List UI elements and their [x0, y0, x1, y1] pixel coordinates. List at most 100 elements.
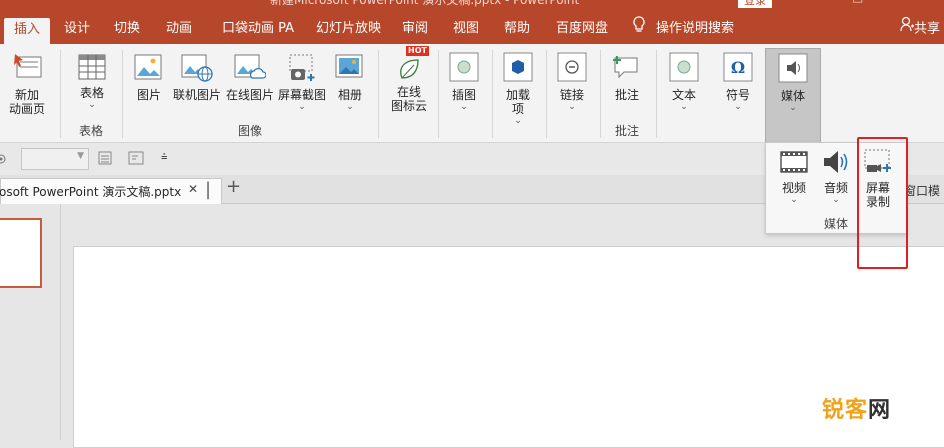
- window-mode-label[interactable]: 窗口模: [904, 182, 940, 199]
- screenshot-icon: [276, 54, 328, 85]
- group-label-media: 媒体: [823, 217, 848, 231]
- screenshot-button[interactable]: 屏幕截图 ⌄: [276, 54, 328, 112]
- icon-cloud-label: 在线 图标云: [390, 85, 427, 113]
- chevron-down-icon: ⌄: [734, 102, 742, 112]
- customize-toolbar-icon[interactable]: ⩮: [161, 150, 167, 164]
- album-label: 相册: [337, 88, 362, 102]
- tab-slideshow[interactable]: 幻灯片放映: [316, 16, 381, 44]
- chevron-down-icon: ⌄: [460, 102, 468, 112]
- slide-thumbnail[interactable]: [0, 218, 42, 288]
- online-picture-button[interactable]: 在线图片: [224, 54, 276, 102]
- watermark-text-1: 锐客: [822, 398, 869, 423]
- chevron-down-icon: ⌄: [568, 102, 576, 112]
- comment-label: 批注: [614, 88, 639, 102]
- media-button[interactable]: 媒体 ⌄: [765, 48, 821, 144]
- tab-divider: |: [205, 179, 212, 200]
- comment-icon: [608, 54, 646, 85]
- online-picture-link-label: 联机图片: [172, 88, 221, 102]
- login-button[interactable]: 登录: [738, 0, 772, 8]
- group-label-comments: 批注: [614, 124, 639, 138]
- tab-design[interactable]: 设计: [64, 16, 90, 44]
- chevron-down-icon: ⌄: [514, 116, 522, 126]
- online-picture-globe-icon: [170, 54, 224, 85]
- symbol-label: 符号: [725, 88, 750, 102]
- addins-label: 加载 项: [505, 88, 530, 116]
- chevron-down-icon: ⌄: [790, 195, 798, 205]
- tab-insert[interactable]: 插入: [4, 18, 51, 44]
- document-tab[interactable]: osoft PowerPoint 演示文稿.pptx ✕ |: [0, 178, 222, 204]
- chevron-down-icon: ⌄: [680, 102, 688, 112]
- comment-button[interactable]: 批注: [608, 54, 646, 102]
- table-button[interactable]: 表格 ⌄: [70, 54, 114, 110]
- addins-button[interactable]: 加载 项 ⌄: [500, 52, 536, 126]
- media-speaker-icon: [766, 53, 820, 86]
- svg-text:Ω: Ω: [731, 58, 745, 77]
- chevron-down-icon: ⌄: [298, 102, 306, 112]
- picture-button[interactable]: 图片: [130, 54, 168, 102]
- tab-animations[interactable]: 动画: [166, 16, 192, 44]
- audio-label: 音频: [823, 181, 848, 195]
- minimize-icon[interactable]: ─: [800, 0, 807, 4]
- icon-cloud-button[interactable]: HOT 在线 图标云: [386, 46, 432, 113]
- symbol-button[interactable]: Ω 符号 ⌄: [718, 52, 758, 112]
- chevron-down-icon: ⌄: [88, 100, 96, 110]
- new-anim-page-label: 新加 动画页: [8, 88, 45, 116]
- screenshot-label: 屏幕截图: [277, 88, 326, 102]
- table-icon: [70, 54, 114, 83]
- tab-review[interactable]: 审阅: [402, 16, 428, 44]
- ribbon: 新加 动画页 表格 ⌄ 表格 图片 联机图片 在线图片 屏幕截图 ⌄ 相册 ⌄ …: [0, 44, 944, 144]
- font-size-select[interactable]: ▼: [21, 148, 89, 170]
- album-button[interactable]: 相册 ⌄: [330, 54, 370, 112]
- cloud-picture-icon: [224, 54, 276, 85]
- omega-icon: Ω: [718, 52, 758, 85]
- title-bar: 新建Microsoft PowerPoint 演示文稿.pptx - Power…: [0, 0, 944, 8]
- tab-transitions[interactable]: 切换: [114, 16, 140, 44]
- tab-pocket-anim[interactable]: 口袋动画 PA: [222, 16, 294, 44]
- audio-button[interactable]: 音频 ⌄: [818, 149, 854, 205]
- align-icon[interactable]: [98, 151, 112, 168]
- close-tab-icon[interactable]: ✕: [188, 182, 198, 196]
- person-icon: [900, 16, 914, 42]
- picture-icon: [130, 54, 168, 85]
- chevron-down-icon: ⌄: [789, 103, 797, 113]
- hot-badge: HOT: [406, 46, 429, 56]
- chevron-down-icon: ▼: [77, 151, 84, 161]
- illustrations-button[interactable]: 插图 ⌄: [446, 52, 482, 112]
- ribbon-tabs: 插入 设计 切换 动画 口袋动画 PA 幻灯片放映 审阅 视图 帮助 百度网盘 …: [0, 8, 944, 44]
- close-window-icon[interactable]: ✕: [905, 0, 915, 4]
- media-label: 媒体: [780, 89, 805, 103]
- online-picture-label: 在线图片: [225, 88, 274, 102]
- leaf-icon: HOT: [394, 46, 429, 82]
- video-label: 视频: [781, 181, 806, 195]
- table-label: 表格: [79, 86, 104, 100]
- online-picture-link-button[interactable]: 联机图片: [170, 54, 224, 102]
- link-label: 链接: [559, 88, 584, 102]
- window-title: 新建Microsoft PowerPoint 演示文稿.pptx - Power…: [270, 0, 580, 7]
- textbox-icon[interactable]: [128, 151, 144, 168]
- tab-baidu-netdisk[interactable]: 百度网盘: [556, 16, 608, 44]
- effects-icon[interactable]: [0, 152, 8, 169]
- new-anim-page-button[interactable]: 新加 动画页: [2, 52, 52, 116]
- new-slide-icon: [2, 52, 52, 85]
- slide-canvas[interactable]: [73, 246, 944, 448]
- film-icon: [776, 149, 812, 178]
- lightbulb-icon: [632, 16, 646, 44]
- highlight-annotation: [857, 137, 908, 269]
- speaker-icon: [818, 149, 854, 178]
- share-button[interactable]: 共享: [900, 16, 940, 44]
- watermark-logo: 锐客网: [822, 392, 891, 424]
- tell-me-search[interactable]: 操作说明搜索: [656, 16, 734, 44]
- link-button[interactable]: 链接 ⌄: [554, 52, 590, 112]
- text-button[interactable]: 文本 ⌄: [664, 52, 704, 112]
- tab-help[interactable]: 帮助: [504, 16, 530, 44]
- text-icon: [664, 52, 704, 85]
- tab-view[interactable]: 视图: [453, 16, 479, 44]
- video-button[interactable]: 视频 ⌄: [776, 149, 812, 205]
- add-tab-icon[interactable]: +: [226, 176, 241, 197]
- document-tab-title: osoft PowerPoint 演示文稿.pptx: [0, 185, 182, 199]
- link-icon: [554, 52, 590, 85]
- chevron-down-icon: ⌄: [346, 102, 354, 112]
- picture-label: 图片: [136, 88, 161, 102]
- maximize-icon[interactable]: □: [852, 0, 863, 4]
- chevron-down-icon: ⌄: [832, 195, 840, 205]
